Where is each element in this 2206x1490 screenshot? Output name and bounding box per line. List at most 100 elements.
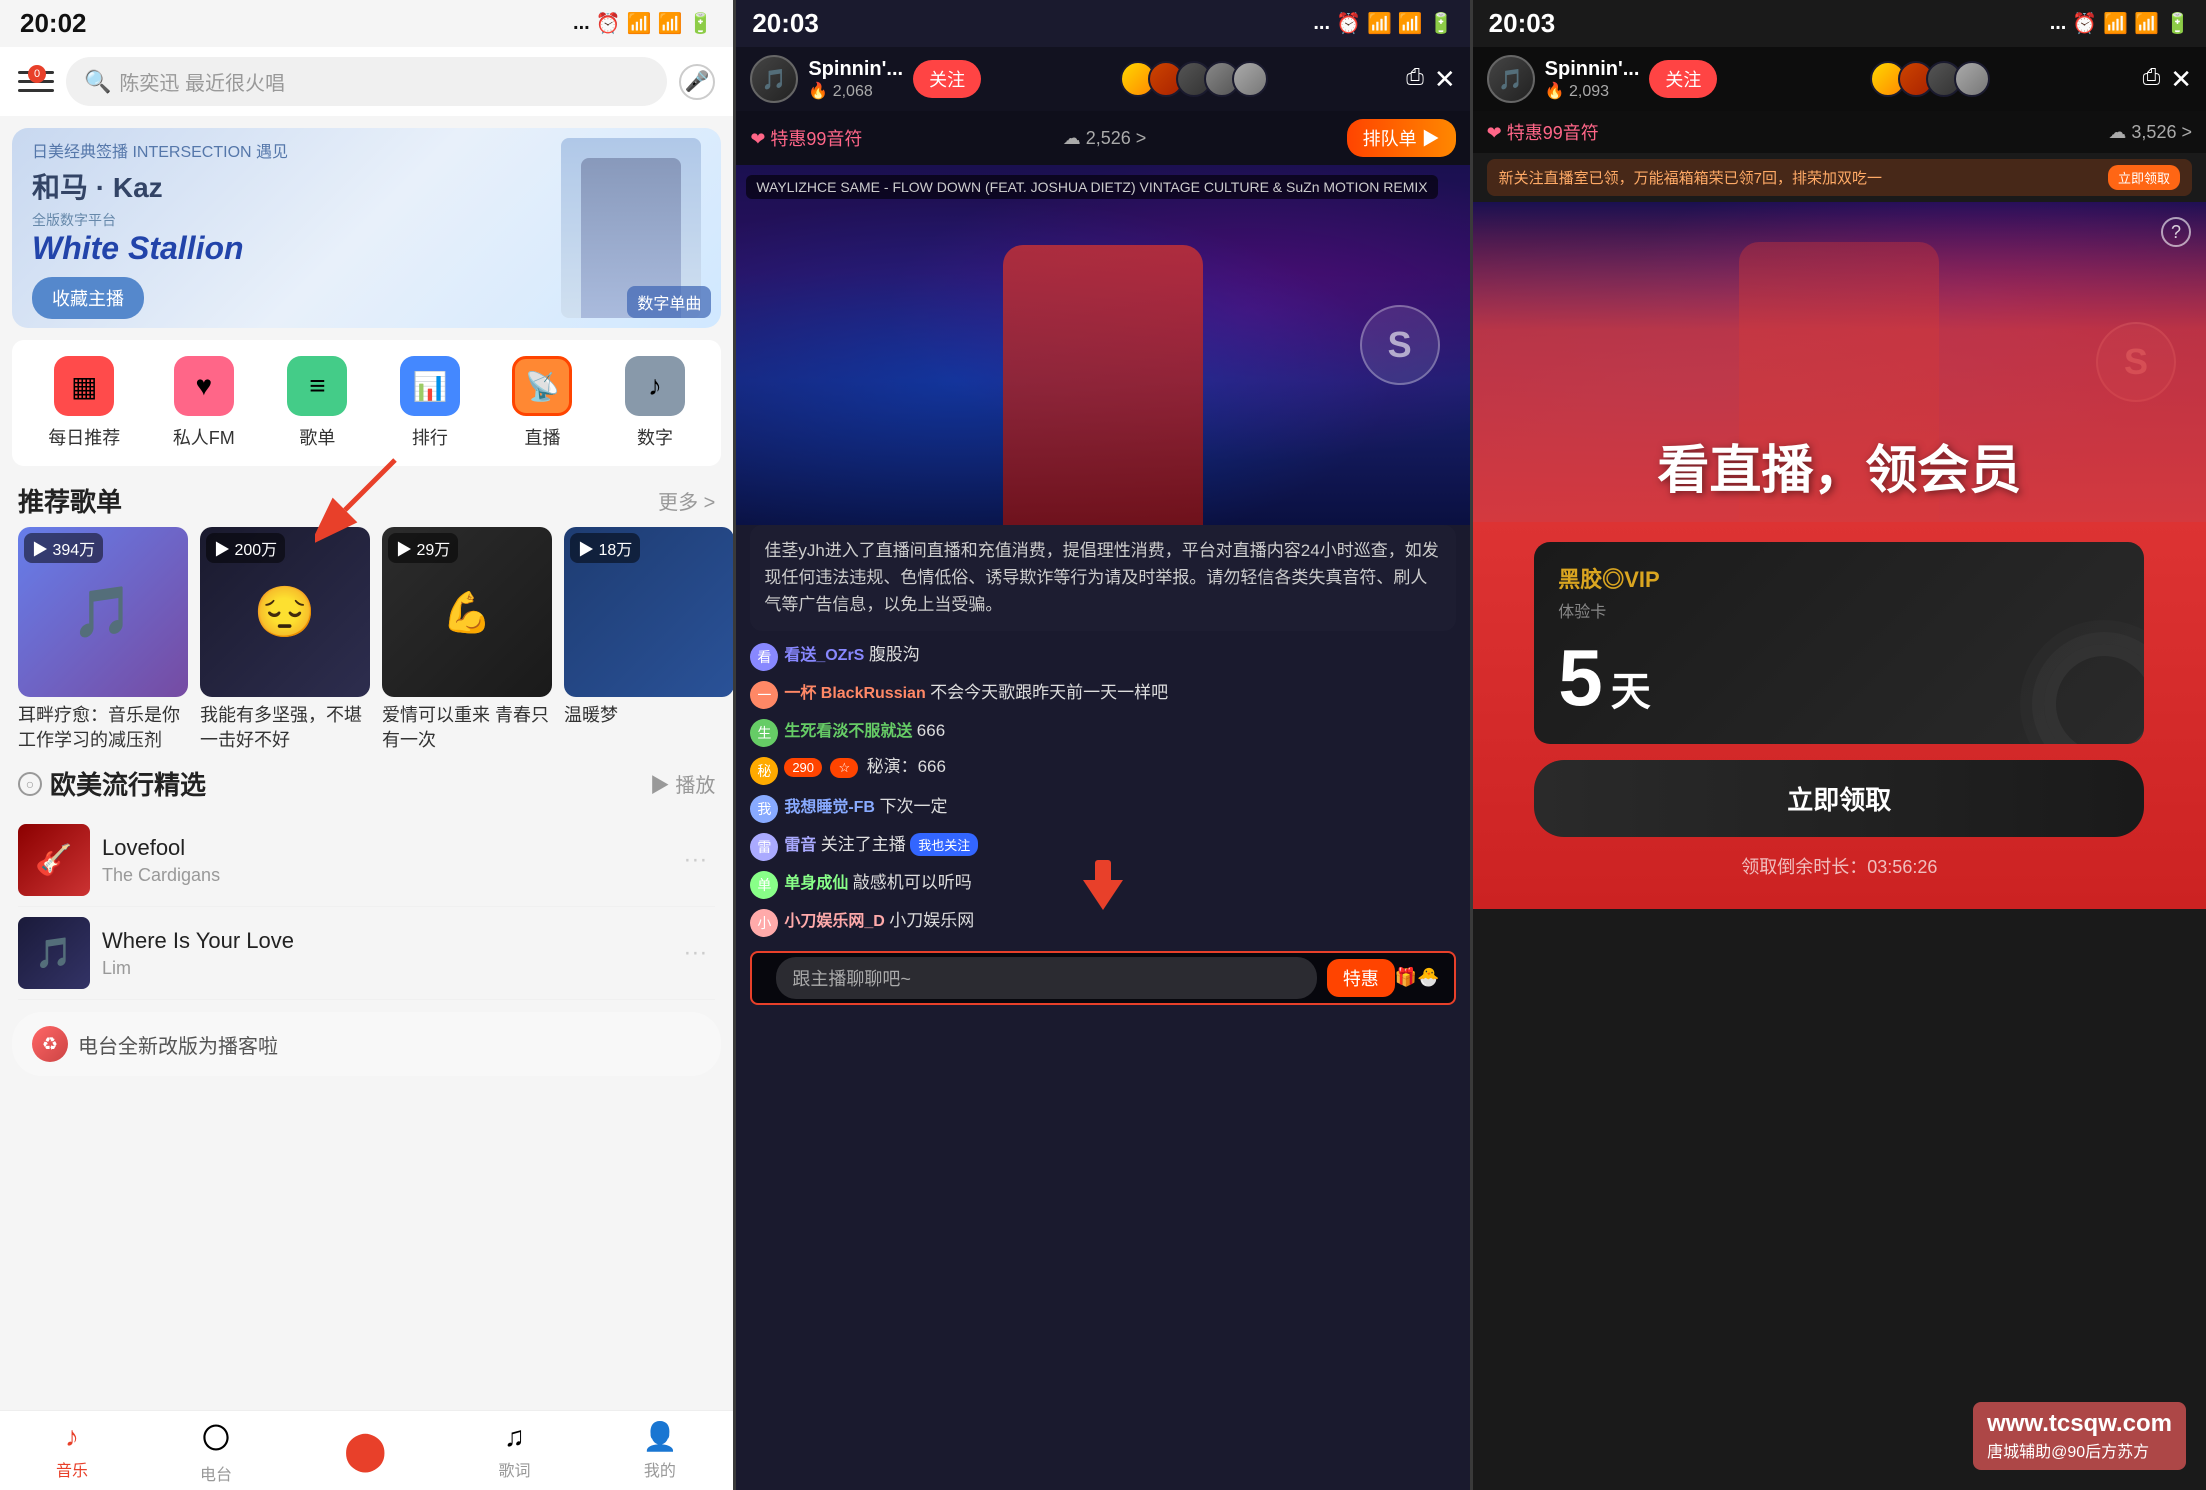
music-nav-label: 音乐 xyxy=(56,1457,88,1481)
song-cover-0: 🎸 xyxy=(18,824,90,896)
chat-text-3: 秘演：666 xyxy=(867,757,946,776)
song-more-icon-0[interactable]: ··· xyxy=(675,846,715,874)
play-count-3: ▶ 18万 xyxy=(570,533,640,563)
vip-card-area: 黑胶◎VIP 体验卡 5 天 立即领取 领取倒余时长：03:56:26 xyxy=(1473,522,2206,909)
recommend-more[interactable]: 更多 > xyxy=(658,486,715,515)
song-more-icon-1[interactable]: ··· xyxy=(675,939,715,967)
profile-nav-icon: 👤 xyxy=(642,1420,677,1453)
eu-play-btn[interactable]: ▶ 播放 xyxy=(650,769,716,798)
action-fm[interactable]: ♥ 私人FM xyxy=(173,356,235,450)
nav-music[interactable]: ♪ 音乐 xyxy=(56,1421,88,1481)
eu-section-header: ○ 欧美流行精选 ▶ 播放 xyxy=(18,765,715,802)
chat-avatar-3: 秘 xyxy=(750,757,778,785)
mic-icon[interactable]: 🎤 xyxy=(679,64,715,100)
search-bar[interactable]: 🔍 陈奕迅 最近很火唱 xyxy=(66,57,667,106)
notify-text-p3: 新关注直播室已领，万能福箱箱荣已领7回，排荣加双吃一 xyxy=(1499,167,1882,188)
playlist-cover-3: ▶ 18万 xyxy=(564,527,733,697)
chat-avatar-7: 小 xyxy=(750,909,778,937)
help-icon[interactable]: ? xyxy=(2161,217,2191,247)
song-item-1[interactable]: 🎵 Where Is Your Love Lim ··· xyxy=(18,907,715,1000)
banner-artist: 和马 · Kaz xyxy=(32,166,561,206)
nav-center[interactable]: ⬤ xyxy=(344,1428,387,1473)
nav-radio[interactable]: 〇 电台 xyxy=(200,1417,232,1485)
playlist-item-0[interactable]: ▶ 394万 🎵 耳畔疗愈：音乐是你工作学习的减压剂 xyxy=(18,527,188,753)
streamer-info: Spinnin'... 🔥 2,068 xyxy=(808,58,903,101)
search-text: 陈奕迅 最近很火唱 xyxy=(119,67,285,96)
action-rank[interactable]: 📊 排行 xyxy=(400,356,460,450)
join-btn[interactable]: 排队单 ▶ xyxy=(1347,119,1456,157)
screenshot-container: 20:02 ... ⏰ 📶 📶 🔋 0 🔍 陈奕迅 最近很火唱 🎤 xyxy=(0,0,2206,1490)
app-header-p1: 0 🔍 陈奕迅 最近很火唱 🎤 xyxy=(0,47,733,116)
nav-profile[interactable]: 👤 我的 xyxy=(642,1420,677,1481)
recommend-title: 推荐歌单 xyxy=(18,482,122,519)
chat-name-0: 看送_OZrS xyxy=(784,647,864,664)
song-cover-1: 🎵 xyxy=(18,917,90,989)
action-playlist[interactable]: ≡ 歌单 xyxy=(287,356,347,450)
menu-badge: 0 xyxy=(28,65,46,83)
playlist-item-1[interactable]: ▶ 200万 😔 我能有多坚强，不堪一击好不好 xyxy=(200,527,370,753)
toast-icon: ♻ xyxy=(32,1026,68,1062)
play-count-1: ▶ 200万 xyxy=(206,533,285,563)
playlist-item-3[interactable]: ▶ 18万 温暖梦 xyxy=(564,527,733,753)
emoji-icon: 🐣 xyxy=(1417,967,1439,988)
claim-button[interactable]: 立即领取 xyxy=(1534,760,2144,837)
emoji-btn[interactable]: 🐣 xyxy=(1417,967,1439,988)
playlist-item-2[interactable]: ▶ 29万 💪 爱情可以重来 青春只有一次 xyxy=(382,527,552,753)
cloud-count-p3[interactable]: ☁ 3,526 > xyxy=(2108,122,2192,143)
action-live[interactable]: 📡 直播 xyxy=(512,356,572,450)
follow-button[interactable]: 关注 xyxy=(913,60,981,98)
chat-name-6: 单身成仙 xyxy=(784,875,848,892)
song-tag: WAYLIZHCE SAME - FLOW DOWN (FEAT. JOSHUA… xyxy=(746,175,1437,199)
close-btn-p3[interactable]: ✕ xyxy=(2170,64,2192,95)
bottom-area-p2: 跟主播聊聊吧~ 特惠 🎁 🐣 xyxy=(736,951,1469,1005)
vip-video-area: S 看直播，领会员 ? xyxy=(1473,202,2206,522)
chat-msg-1: 一 一杯 BlackRussian 不会今天歌跟昨天前一天一样吧 xyxy=(750,679,1455,709)
spinnin-logo: S xyxy=(1360,305,1440,385)
chat-avatar-0: 看 xyxy=(750,643,778,671)
gift-avatars xyxy=(991,61,1396,97)
bottom-toast: ♻ 电台全新改版为播客啦 xyxy=(12,1012,721,1076)
chat-badge-290: 290 xyxy=(784,758,822,777)
special-offer-label: 特惠 xyxy=(1343,965,1379,991)
special-offer-btn[interactable]: 特惠 xyxy=(1327,959,1395,997)
lyrics-nav-label: 歌词 xyxy=(498,1457,530,1481)
card-days: 5 天 xyxy=(1558,632,2120,724)
gift-btn[interactable]: 🎁 xyxy=(1395,967,1417,988)
action-daily-icon: ▦ xyxy=(54,356,114,416)
top-bar-actions-p3: ⎙ ✕ xyxy=(2143,64,2192,95)
video-area-p2: S WAYLIZHCE SAME - FLOW DOWN (FEAT. JOSH… xyxy=(736,165,1469,525)
chat-input[interactable]: 跟主播聊聊吧~ xyxy=(776,957,1316,999)
action-live-icon: 📡 xyxy=(512,356,572,416)
streamer-name: Spinnin'... xyxy=(808,58,903,81)
action-digital[interactable]: ♪ 数字 xyxy=(625,356,685,450)
nav-lyrics[interactable]: ♫ 歌词 xyxy=(498,1421,530,1481)
close-button[interactable]: ✕ xyxy=(1434,64,1456,95)
song-artist-1: Lim xyxy=(102,958,663,979)
cloud-count[interactable]: ☁ 2,526 > xyxy=(1063,128,1147,149)
quick-actions: ▦ 每日推荐 ♥ 私人FM ≡ 歌单 📊 排行 📡 直播 ♪ 数字 xyxy=(12,340,721,466)
follow-badge: 我也关注 xyxy=(910,833,978,856)
scene-character xyxy=(1003,245,1203,525)
banner-tag: 数字单曲 xyxy=(627,286,711,318)
chat-bubble-4: 我想睡觉-FB 下次一定 xyxy=(784,793,1455,819)
chat-text-4: 下次一定 xyxy=(879,797,947,816)
streamer-name-p3: Spinnin'... xyxy=(1545,58,1640,81)
eu-title: 欧美流行精选 xyxy=(50,765,206,802)
rotating-icon: ○ xyxy=(18,772,42,796)
gift-avatars-p3 xyxy=(1727,61,2132,97)
red-arrow-p2 xyxy=(1073,855,1133,920)
cast-icon-p3[interactable]: ⎙ xyxy=(2143,64,2161,95)
music-nav-icon: ♪ xyxy=(65,1421,79,1453)
cast-icon[interactable]: ⎙ xyxy=(1406,64,1424,95)
recommend-section-header: 推荐歌单 更多 > xyxy=(0,466,733,527)
days-number: 5 xyxy=(1558,632,1603,724)
action-daily[interactable]: ▦ 每日推荐 xyxy=(48,356,120,450)
follower-count-p3: 🔥 2,093 xyxy=(1545,81,1640,101)
chat-text-6: 敲感机可以听吗 xyxy=(853,873,972,892)
gift-icon: 🎁 xyxy=(1395,967,1417,988)
notify-btn-p3[interactable]: 立即领取 xyxy=(2108,165,2180,190)
follow-btn-p3[interactable]: 关注 xyxy=(1649,60,1717,98)
banner-cta-btn[interactable]: 收藏主播 xyxy=(32,277,144,319)
song-item-0[interactable]: 🎸 Lovefool The Cardigans ··· xyxy=(18,814,715,907)
chat-text-1: 不会今天歌跟昨天前一天一样吧 xyxy=(930,683,1168,702)
